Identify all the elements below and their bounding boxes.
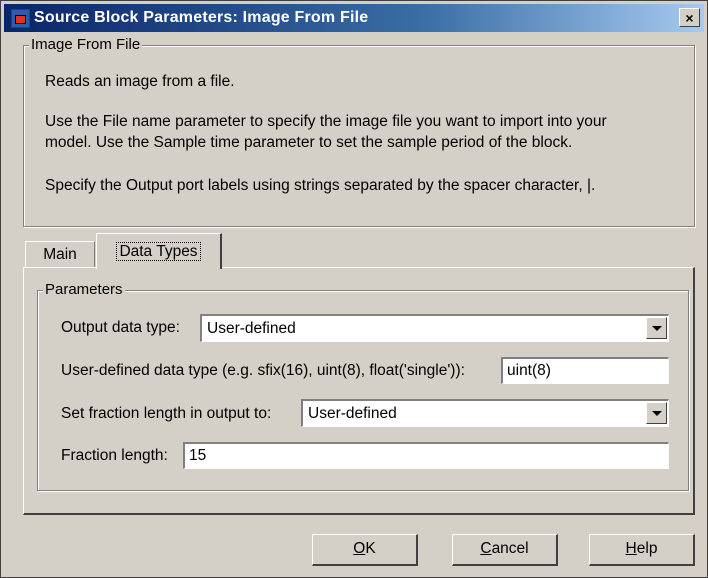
dialog-window: Source Block Parameters: Image From File… xyxy=(0,0,708,578)
fraction-mode-label: Set fraction length in output to: xyxy=(61,405,272,422)
cancel-label-rest: ancel xyxy=(491,540,529,557)
parameters-group-title: Parameters xyxy=(43,281,125,298)
cancel-mnemonic: C xyxy=(480,540,492,557)
description-line-4: Specify the Output port labels using str… xyxy=(45,177,596,194)
fraction-mode-value: User-defined xyxy=(308,405,397,422)
fraction-length-input[interactable]: 15 xyxy=(183,442,669,469)
help-label-rest: elp xyxy=(636,540,658,557)
tab-main[interactable]: Main xyxy=(25,241,95,268)
description-group-title: Image From File xyxy=(29,36,143,53)
help-mnemonic: H xyxy=(625,540,637,557)
description-line-2: Use the File name parameter to specify t… xyxy=(45,113,607,130)
description-line-1: Reads an image from a file. xyxy=(45,73,235,90)
simulink-block-icon xyxy=(11,9,30,28)
cancel-button[interactable]: Cancel xyxy=(452,534,558,566)
description-line-3: model. Use the Sample time parameter to … xyxy=(45,134,573,151)
close-button[interactable]: × xyxy=(679,8,700,27)
output-data-type-label: Output data type: xyxy=(61,319,180,336)
tab-data-types[interactable]: Data Types xyxy=(96,233,222,269)
ok-button[interactable]: OK xyxy=(312,534,418,566)
output-data-type-value: User-defined xyxy=(207,320,296,337)
dropdown-arrow-icon[interactable] xyxy=(646,402,667,424)
ok-label-rest: K xyxy=(365,540,376,557)
user-defined-type-input[interactable]: uint(8) xyxy=(501,357,669,384)
dropdown-arrow-icon[interactable] xyxy=(646,317,667,339)
user-defined-type-label: User-defined data type (e.g. sfix(16), u… xyxy=(61,362,465,379)
output-data-type-select[interactable]: User-defined xyxy=(200,314,669,342)
help-button[interactable]: Help xyxy=(589,534,695,566)
tab-data-types-label: Data Types xyxy=(116,242,201,261)
window-title: Source Block Parameters: Image From File xyxy=(34,9,369,26)
tab-main-label: Main xyxy=(43,246,77,263)
ok-mnemonic: O xyxy=(353,540,366,557)
title-bar[interactable]: Source Block Parameters: Image From File… xyxy=(4,4,704,32)
fraction-length-label: Fraction length: xyxy=(61,447,168,464)
fraction-mode-select[interactable]: User-defined xyxy=(301,399,669,427)
